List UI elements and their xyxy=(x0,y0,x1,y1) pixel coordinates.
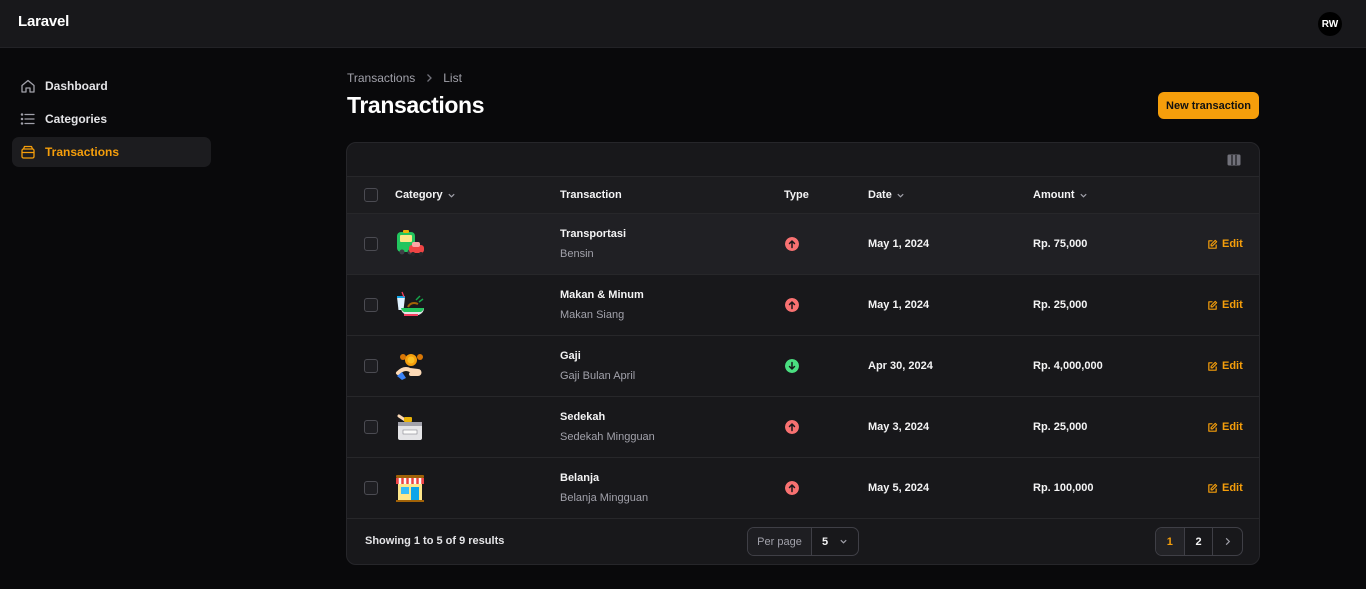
transactions-table: Category Transaction Type Date Amount Tr… xyxy=(346,142,1260,565)
chevron-right-icon xyxy=(427,74,433,82)
transaction-description: Gaji Bulan April xyxy=(560,370,636,382)
transaction-name: Belanja xyxy=(560,472,600,484)
sidebar-item-label: Categories xyxy=(45,112,108,126)
box-icon xyxy=(21,145,35,159)
sidebar-item-transactions[interactable]: Transactions xyxy=(12,137,211,167)
top-bar: Laravel RW xyxy=(0,0,1366,48)
edit-button[interactable]: Edit xyxy=(1207,482,1243,494)
arrow-up-circle-icon xyxy=(785,237,799,251)
transaction-date: May 1, 2024 xyxy=(868,238,930,250)
transaction-date: Apr 30, 2024 xyxy=(868,360,933,372)
next-page-button[interactable] xyxy=(1213,528,1242,555)
transaction-amount: Rp. 4,000,000 xyxy=(1033,360,1103,372)
breadcrumb-parent[interactable]: Transactions xyxy=(347,71,415,85)
transaction-description: Bensin xyxy=(560,248,594,260)
row-checkbox[interactable] xyxy=(364,420,378,434)
pagination: 1 2 xyxy=(1155,527,1243,556)
breadcrumb-current: List xyxy=(443,71,462,85)
row-checkbox[interactable] xyxy=(364,237,378,251)
transaction-description: Makan Siang xyxy=(560,309,625,321)
transaction-date: May 3, 2024 xyxy=(868,421,930,433)
transaction-amount: Rp. 75,000 xyxy=(1033,238,1088,250)
transaction-date: May 1, 2024 xyxy=(868,299,930,311)
new-transaction-button[interactable]: New transaction xyxy=(1158,92,1259,119)
pencil-square-icon xyxy=(1208,422,1218,432)
transaction-amount: Rp. 100,000 xyxy=(1033,482,1094,494)
pencil-square-icon xyxy=(1208,483,1218,493)
edit-button[interactable]: Edit xyxy=(1207,238,1243,250)
select-all-checkbox[interactable] xyxy=(364,188,378,202)
avatar[interactable]: RW xyxy=(1318,12,1342,36)
chevron-down-icon xyxy=(448,193,455,198)
edit-button[interactable]: Edit xyxy=(1207,360,1243,372)
row-checkbox[interactable] xyxy=(364,359,378,373)
arrow-down-circle-icon xyxy=(785,359,799,373)
page-button-1[interactable]: 1 xyxy=(1156,528,1185,555)
table-header: Category Transaction Type Date Amount xyxy=(347,177,1259,214)
chevron-down-icon xyxy=(1079,193,1087,198)
transaction-name: Makan & Minum xyxy=(560,289,644,301)
per-page-value[interactable]: 5 xyxy=(812,536,858,548)
chevron-down-icon xyxy=(840,539,847,544)
hand-coins-icon xyxy=(396,354,423,380)
chevron-right-icon xyxy=(1225,537,1231,546)
brand-logo[interactable]: Laravel xyxy=(18,13,69,30)
arrow-up-circle-icon xyxy=(785,420,799,434)
results-summary: Showing 1 to 5 of 9 results xyxy=(365,535,505,547)
pencil-square-icon xyxy=(1208,361,1218,371)
per-page-select[interactable]: Per page 5 xyxy=(747,527,859,556)
sidebar-item-dashboard[interactable]: Dashboard xyxy=(12,71,211,101)
table-toolbar xyxy=(347,143,1259,177)
transaction-amount: Rp. 25,000 xyxy=(1033,421,1088,433)
transaction-description: Belanja Mingguan xyxy=(560,492,649,504)
bus-car-icon xyxy=(397,230,424,256)
page-title: Transactions xyxy=(347,92,485,118)
row-checkbox[interactable] xyxy=(364,481,378,495)
transaction-name: Sedekah xyxy=(560,411,606,423)
breadcrumb: Transactions List xyxy=(347,71,462,85)
pencil-square-icon xyxy=(1208,300,1218,310)
transaction-amount: Rp. 25,000 xyxy=(1033,299,1088,311)
home-icon xyxy=(21,79,35,93)
table-row[interactable]: Gaji Gaji Bulan April Apr 30, 2024 Rp. 4… xyxy=(347,336,1259,397)
transaction-date: May 5, 2024 xyxy=(868,482,930,494)
table-footer: Showing 1 to 5 of 9 results Per page 5 1… xyxy=(347,519,1259,564)
per-page-label: Per page xyxy=(748,528,812,555)
arrow-up-circle-icon xyxy=(785,481,799,495)
shop-icon xyxy=(396,475,424,502)
donation-box-icon xyxy=(397,414,422,440)
table-row[interactable]: Transportasi Bensin May 1, 2024 Rp. 75,0… xyxy=(347,214,1259,275)
chevron-down-icon xyxy=(897,193,904,198)
sidebar-item-categories[interactable]: Categories xyxy=(12,104,211,134)
column-header-transaction: Transaction xyxy=(560,189,622,201)
transaction-name: Gaji xyxy=(560,350,581,362)
table-row[interactable]: Sedekah Sedekah Mingguan May 3, 2024 Rp.… xyxy=(347,397,1259,458)
food-drink-icon xyxy=(397,291,424,316)
sidebar-item-label: Transactions xyxy=(45,145,120,159)
row-checkbox[interactable] xyxy=(364,298,378,312)
sidebar-item-label: Dashboard xyxy=(45,79,108,93)
pencil-square-icon xyxy=(1208,239,1218,249)
edit-button[interactable]: Edit xyxy=(1207,421,1243,433)
column-header-category[interactable]: Category xyxy=(395,189,456,201)
transaction-description: Sedekah Mingguan xyxy=(560,431,655,443)
column-header-amount[interactable]: Amount xyxy=(1033,189,1088,201)
table-row[interactable]: Belanja Belanja Mingguan May 5, 2024 Rp.… xyxy=(347,458,1259,519)
transaction-name: Transportasi xyxy=(560,228,627,240)
arrow-up-circle-icon xyxy=(785,298,799,312)
edit-button[interactable]: Edit xyxy=(1207,299,1243,311)
column-header-date[interactable]: Date xyxy=(868,189,905,201)
column-header-type: Type xyxy=(784,189,809,201)
table-row[interactable]: Makan & Minum Makan Siang May 1, 2024 Rp… xyxy=(347,275,1259,336)
page-button-2[interactable]: 2 xyxy=(1185,528,1214,555)
columns-icon[interactable] xyxy=(1227,154,1241,166)
list-icon xyxy=(20,113,35,125)
